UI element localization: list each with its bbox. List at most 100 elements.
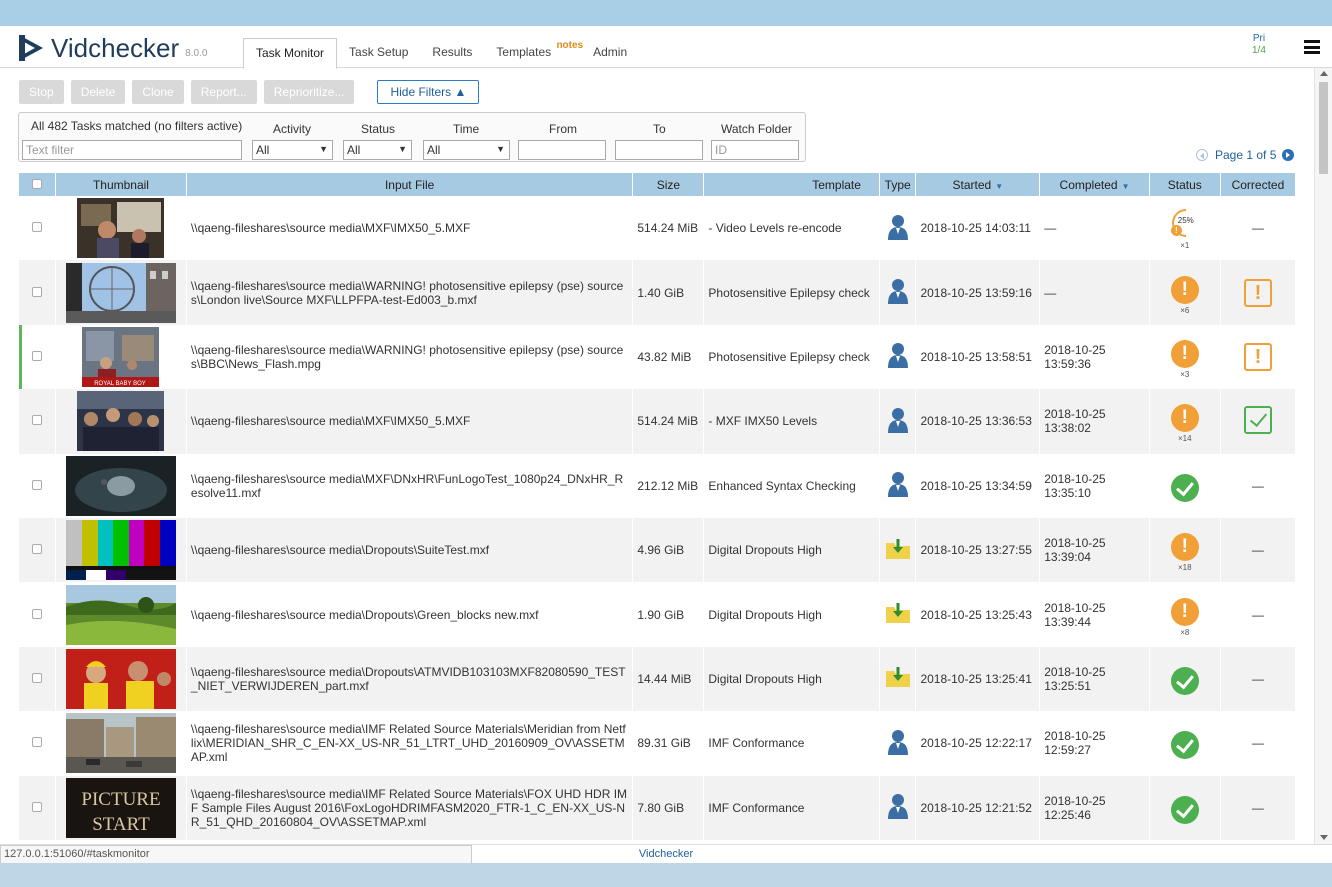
row-select-cell[interactable] — [19, 775, 57, 840]
row-checkbox[interactable] — [32, 801, 42, 812]
tab-templates[interactable]: Templates notes — [484, 38, 583, 68]
row-checkbox[interactable] — [32, 672, 42, 683]
video-thumbnail[interactable] — [77, 391, 165, 452]
row-checkbox[interactable] — [32, 479, 42, 490]
corrected-check-icon[interactable] — [1243, 405, 1272, 434]
col-corrected[interactable]: Corrected — [1220, 173, 1297, 196]
next-page-icon[interactable] — [1282, 149, 1295, 161]
tab-results[interactable]: Results — [420, 38, 484, 68]
hamburger-menu-icon[interactable] — [1304, 40, 1320, 54]
thumbnail-cell[interactable] — [55, 260, 187, 325]
thumbnail-cell[interactable] — [55, 646, 187, 712]
row-checkbox[interactable] — [32, 286, 42, 297]
col-completed[interactable]: Completed ▼ — [1039, 173, 1150, 196]
col-size[interactable]: Size — [632, 173, 705, 196]
hide-filters-button[interactable]: Hide Filters ▲ — [377, 80, 480, 104]
logo[interactable]: Vidchecker 8.0.0 — [17, 31, 207, 63]
stop-button[interactable]: Stop — [19, 80, 64, 104]
video-thumbnail[interactable] — [65, 455, 176, 516]
status-select[interactable]: All ▼ — [343, 140, 412, 160]
status-cell[interactable]: ! ×18 — [1149, 517, 1221, 583]
table-row[interactable]: \\qaeng-fileshares\source media\Dropouts… — [19, 582, 1297, 647]
row-select-cell[interactable] — [19, 582, 57, 647]
row-checkbox[interactable] — [32, 222, 42, 233]
thumbnail-cell[interactable]: ROYAL BABY BOY — [55, 324, 187, 390]
video-thumbnail[interactable]: PICTURE START — [65, 777, 176, 838]
row-select-cell[interactable] — [19, 517, 57, 583]
status-ok[interactable] — [1168, 466, 1202, 506]
video-thumbnail[interactable] — [65, 262, 176, 323]
status-cell[interactable] — [1149, 453, 1221, 518]
status-ok[interactable] — [1168, 788, 1202, 828]
video-thumbnail[interactable] — [65, 648, 176, 709]
thumbnail-cell[interactable] — [55, 196, 187, 261]
status-cell[interactable] — [1149, 646, 1221, 712]
row-select-cell[interactable] — [19, 453, 57, 518]
table-row[interactable]: PICTURE START \\qaeng-fileshares\source me… — [19, 775, 1297, 840]
clone-button[interactable]: Clone — [132, 80, 184, 104]
row-checkbox[interactable] — [32, 544, 42, 555]
table-row[interactable]: \\qaeng-fileshares\source media\Dropouts… — [19, 517, 1297, 583]
row-select-cell[interactable] — [19, 196, 57, 261]
row-select-cell[interactable] — [19, 646, 57, 712]
prev-page-icon[interactable] — [1196, 149, 1208, 161]
status-cell[interactable] — [1149, 711, 1221, 776]
status-warning[interactable]: ! ×18 — [1168, 530, 1202, 572]
select-all-header[interactable] — [19, 173, 57, 196]
table-row[interactable]: \\qaeng-fileshares\source media\WARNING!… — [19, 260, 1297, 325]
thumbnail-cell[interactable] — [55, 389, 187, 454]
to-date-input[interactable] — [615, 140, 703, 160]
table-row[interactable]: \\qaeng-fileshares\source media\MXF\DNxH… — [19, 453, 1297, 518]
table-row[interactable]: \\qaeng-fileshares\source media\MXF\IMX5… — [19, 389, 1297, 454]
video-thumbnail[interactable]: ROYAL BABY BOY — [82, 326, 160, 387]
row-select-cell[interactable] — [19, 389, 57, 454]
tab-admin[interactable]: Admin — [581, 38, 639, 68]
status-cell[interactable]: ! ×3 — [1149, 324, 1221, 390]
row-checkbox[interactable] — [32, 737, 42, 748]
row-checkbox[interactable] — [32, 608, 42, 619]
tab-task-setup[interactable]: Task Setup — [337, 38, 420, 68]
time-select[interactable]: All ▼ — [423, 140, 510, 160]
thumbnail-cell[interactable] — [55, 711, 187, 776]
text-filter-input[interactable] — [22, 140, 242, 160]
col-started[interactable]: Started ▼ — [915, 173, 1041, 196]
priority-indicator[interactable]: Pri 1/4 — [1252, 33, 1266, 57]
table-row[interactable]: \\qaeng-fileshares\source media\IMF Rela… — [19, 711, 1297, 776]
row-select-cell[interactable] — [19, 260, 57, 325]
table-row[interactable]: ROYAL BABY BOY \\qaeng-fileshares\source … — [19, 324, 1297, 390]
thumbnail-cell[interactable]: PICTURE START — [55, 775, 187, 840]
video-thumbnail[interactable] — [65, 584, 176, 645]
report-button[interactable]: Report... — [190, 80, 257, 104]
status-cell[interactable]: ! ×14 — [1149, 389, 1221, 454]
status-warning[interactable]: ! ×6 — [1168, 273, 1202, 315]
scroll-down-icon[interactable] — [1320, 835, 1328, 840]
thumbnail-cell[interactable] — [55, 517, 187, 583]
status-cell[interactable]: 25%! ×1 — [1149, 196, 1221, 261]
watch-folder-input[interactable] — [711, 140, 799, 160]
col-template[interactable]: Template — [703, 173, 880, 196]
scrollbar-thumb[interactable] — [1319, 82, 1328, 174]
col-status[interactable]: Status — [1149, 173, 1221, 196]
col-thumbnail[interactable]: Thumbnail — [55, 173, 187, 196]
status-cell[interactable]: ! ×8 — [1149, 582, 1221, 647]
video-thumbnail[interactable] — [77, 198, 165, 259]
delete-button[interactable]: Delete — [70, 80, 126, 104]
video-thumbnail[interactable] — [65, 520, 176, 581]
scroll-up-icon[interactable] — [1320, 71, 1328, 76]
status-cell[interactable] — [1149, 775, 1221, 840]
video-thumbnail[interactable] — [65, 713, 176, 774]
row-select-cell[interactable] — [19, 711, 57, 776]
status-ok[interactable] — [1168, 723, 1202, 763]
from-date-input[interactable] — [518, 140, 606, 160]
thumbnail-cell[interactable] — [55, 453, 187, 518]
table-row[interactable]: \\qaeng-fileshares\source media\Dropouts… — [19, 646, 1297, 712]
corrected-warning-icon[interactable]: ! — [1243, 342, 1272, 371]
vertical-scrollbar[interactable] — [1314, 68, 1332, 844]
status-warning[interactable]: ! ×3 — [1168, 337, 1202, 379]
activity-select[interactable]: All ▼ — [252, 140, 333, 160]
row-select-cell[interactable] — [19, 324, 57, 390]
row-checkbox[interactable] — [32, 415, 42, 426]
reprioritize-button[interactable]: Reprioritize... — [263, 80, 355, 104]
thumbnail-cell[interactable] — [55, 582, 187, 647]
table-row[interactable]: \\qaeng-fileshares\source media\MXF\IMX5… — [19, 196, 1297, 261]
